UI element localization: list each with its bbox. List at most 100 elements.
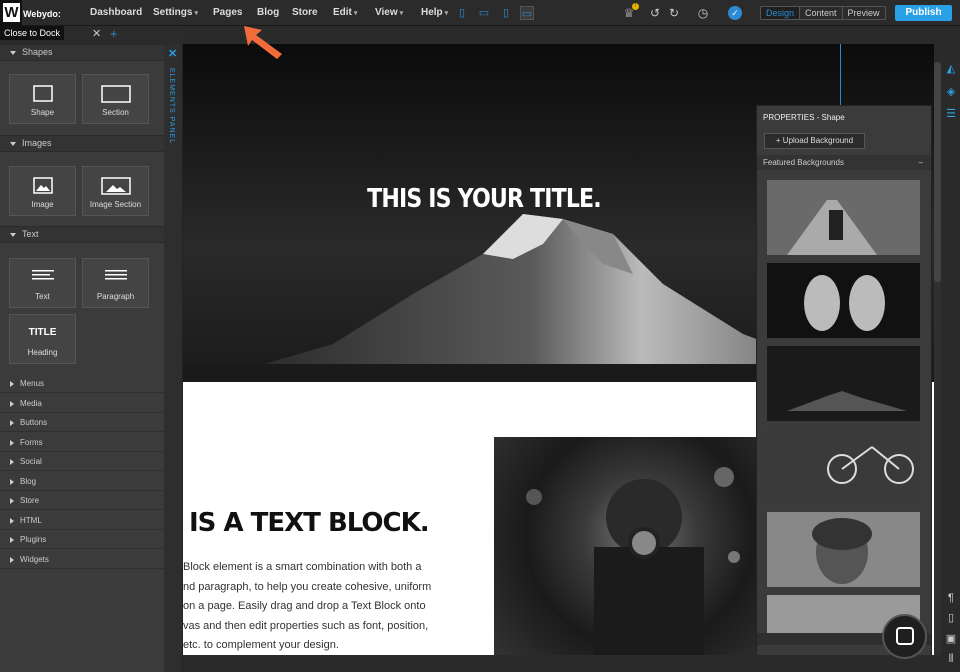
mode-design[interactable]: Design — [761, 7, 800, 19]
paragraph-line: nd paragraph, to help you create cohesiv… — [183, 580, 432, 593]
element-image-section[interactable]: Image Section — [82, 166, 149, 216]
page-icon[interactable]: ▯ — [944, 611, 958, 625]
category-social[interactable]: Social — [0, 452, 164, 471]
nav-dashboard[interactable]: Dashboard — [90, 0, 142, 26]
nav-pages[interactable]: Pages — [213, 0, 242, 26]
mobile-landscape-icon[interactable]: ▭ — [477, 6, 491, 20]
element-label: Image Section — [89, 200, 142, 209]
logo-mark: W — [3, 3, 20, 22]
notification-badge: ! — [632, 3, 639, 10]
desktop-icon[interactable]: ▭ — [520, 6, 534, 20]
nav-edit-label: Edit — [333, 7, 352, 18]
chevron-down-icon: ▾ — [399, 10, 404, 17]
triangle-right-icon — [10, 439, 14, 446]
section-title: Text — [22, 229, 39, 239]
horizontal-scrollbar[interactable] — [183, 655, 934, 672]
webydo-logo[interactable]: W — [0, 0, 22, 26]
background-thumbnail[interactable] — [767, 346, 920, 421]
history-icon[interactable]: ◷ — [695, 5, 711, 21]
category-store[interactable]: Store — [0, 491, 164, 510]
close-icon[interactable]: ✕ — [168, 47, 177, 60]
elements-panel: Shapes Shape Section Images Image Image … — [0, 44, 164, 672]
paragraph-line: on a page. Easily drag and drop a Text B… — [183, 600, 426, 612]
category-forms[interactable]: Forms — [0, 433, 164, 452]
undo-icon[interactable]: ↺ — [647, 5, 663, 21]
background-thumbnail[interactable] — [767, 512, 920, 587]
close-icon[interactable]: ✕ — [92, 27, 101, 40]
element-section[interactable]: Section — [82, 74, 149, 124]
publish-button[interactable]: Publish — [895, 5, 952, 21]
element-label: Heading — [27, 348, 58, 357]
paragraph-mark-icon[interactable]: ¶ — [944, 591, 958, 605]
mobile-portrait-icon[interactable]: ▯ — [455, 6, 469, 20]
checkmark-icon[interactable]: ✓ — [728, 6, 742, 20]
triangle-right-icon — [10, 380, 14, 387]
properties-title: PROPERTIES - Shape — [763, 113, 845, 122]
category-label: Store — [20, 496, 40, 505]
nav-settings[interactable]: Settings ▾ — [153, 0, 198, 26]
text-block-title[interactable]: IS A TEXT BLOCK. — [189, 508, 430, 538]
section-title: Images — [22, 138, 52, 148]
text-lines-icon — [31, 270, 54, 280]
photographer-image[interactable] — [494, 437, 759, 655]
image-icon[interactable]: ▣ — [944, 632, 958, 646]
nav-view[interactable]: View ▾ — [375, 0, 403, 26]
section-header-text[interactable]: Text — [0, 226, 164, 243]
category-label: Widgets — [20, 555, 49, 564]
section-header-shapes[interactable]: Shapes — [0, 44, 164, 61]
redo-icon[interactable]: ↻ — [666, 5, 682, 21]
editor-window: W Webydo: Dashboard Settings ▾ Pages Blog… — [0, 0, 960, 672]
section-header-images[interactable]: Images — [0, 135, 164, 152]
sliders-icon[interactable]: ☰ — [944, 107, 958, 121]
background-thumbnail[interactable] — [767, 429, 920, 504]
category-plugins[interactable]: Plugins — [0, 530, 164, 549]
shapes-icon[interactable]: ◭ — [944, 62, 958, 76]
hero-title[interactable]: THIS IS YOUR TITLE. — [228, 184, 740, 214]
triangle-right-icon — [10, 536, 14, 543]
nav-blog[interactable]: Blog — [257, 0, 279, 26]
category-menus[interactable]: Menus — [0, 374, 164, 393]
layers-icon[interactable]: ◈ — [944, 85, 958, 99]
close-to-dock-tooltip: Close to Dock — [0, 26, 65, 40]
mode-content[interactable]: Content — [799, 7, 842, 19]
background-thumbnail[interactable] — [767, 180, 920, 255]
vertical-scrollbar-thumb[interactable] — [934, 62, 941, 282]
triangle-right-icon — [10, 556, 14, 563]
category-label: HTML — [20, 516, 42, 525]
category-html[interactable]: HTML — [0, 511, 164, 530]
columns-icon[interactable]: ⫴ — [944, 652, 958, 666]
category-media[interactable]: Media — [0, 394, 164, 413]
chevron-down-icon: ▾ — [444, 10, 449, 17]
nav-help-label: Help — [421, 7, 443, 18]
nav-edit[interactable]: Edit ▾ — [333, 0, 357, 26]
nav-help[interactable]: Help ▾ — [421, 0, 448, 26]
category-buttons[interactable]: Buttons — [0, 413, 164, 432]
background-thumbnail[interactable] — [767, 263, 920, 338]
chat-button[interactable] — [882, 614, 927, 659]
category-blog[interactable]: Blog — [0, 472, 164, 491]
element-label: Image — [31, 200, 54, 209]
shape-icon — [32, 85, 53, 102]
upload-background-button[interactable]: + Upload Background — [764, 133, 865, 149]
collapse-icon[interactable]: – — [919, 155, 923, 170]
section-icon — [100, 85, 131, 103]
logo-text: Webydo: — [23, 9, 61, 19]
mode-preview[interactable]: Preview — [841, 7, 885, 19]
trophy-icon[interactable]: ♕! — [621, 3, 639, 21]
element-text[interactable]: Text — [9, 258, 76, 308]
add-page-icon[interactable]: + — [110, 26, 118, 41]
triangle-right-icon — [10, 419, 14, 426]
triangle-right-icon — [10, 517, 14, 524]
nav-store[interactable]: Store — [292, 0, 318, 26]
text-block-paragraph[interactable]: Block element is a smart combination wit… — [183, 558, 443, 655]
tablet-icon[interactable]: ▯ — [499, 6, 513, 20]
element-shape[interactable]: Shape — [9, 74, 76, 124]
element-paragraph[interactable]: Paragraph — [82, 258, 149, 308]
element-heading[interactable]: TITLE Heading — [9, 314, 76, 364]
image-section-icon — [100, 177, 131, 195]
category-widgets[interactable]: Widgets — [0, 550, 164, 569]
element-image[interactable]: Image — [9, 166, 76, 216]
featured-backgrounds-label: Featured Backgrounds — [763, 158, 844, 167]
featured-backgrounds-header[interactable]: Featured Backgrounds – — [757, 155, 931, 170]
paragraph-line: vas and then edit properties such as fon… — [183, 619, 429, 632]
